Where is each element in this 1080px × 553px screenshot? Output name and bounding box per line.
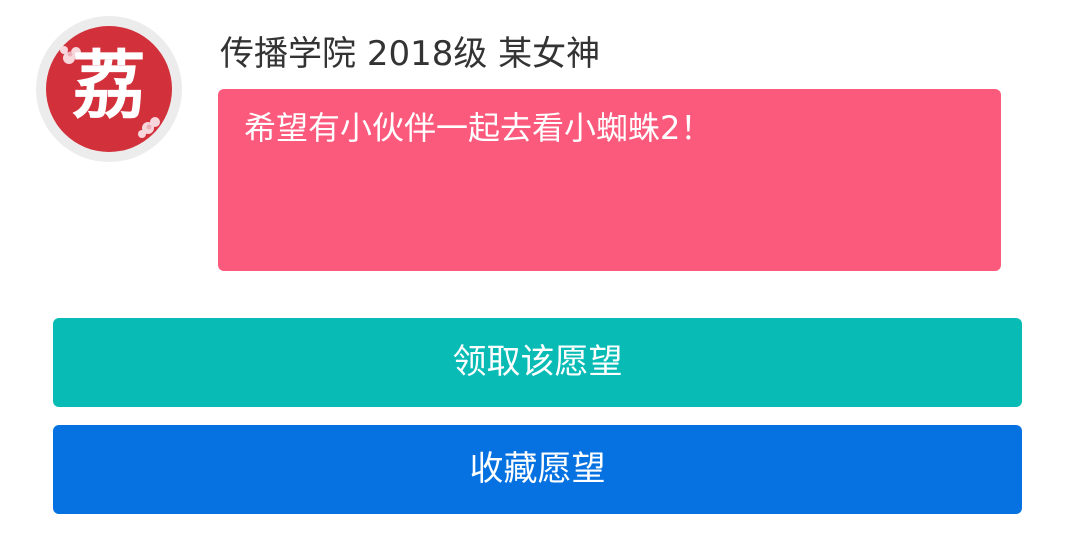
favorite-wish-button[interactable]: 收藏愿望 xyxy=(53,425,1022,514)
claim-wish-button[interactable]: 领取该愿望 xyxy=(53,318,1022,407)
user-info: 传播学院 2018级 某女神 xyxy=(220,30,600,78)
wish-text: 希望有小伙伴一起去看小蜘蛛2！ xyxy=(244,109,713,147)
college-label: 传播学院 xyxy=(220,34,356,74)
avatar-initial: 荔 xyxy=(72,43,146,129)
wish-card: 希望有小伙伴一起去看小蜘蛛2！ xyxy=(218,89,1001,271)
nickname-label: 某女神 xyxy=(498,34,601,74)
year-label: 2018级 xyxy=(366,34,488,74)
avatar[interactable]: 荔 xyxy=(36,16,182,162)
